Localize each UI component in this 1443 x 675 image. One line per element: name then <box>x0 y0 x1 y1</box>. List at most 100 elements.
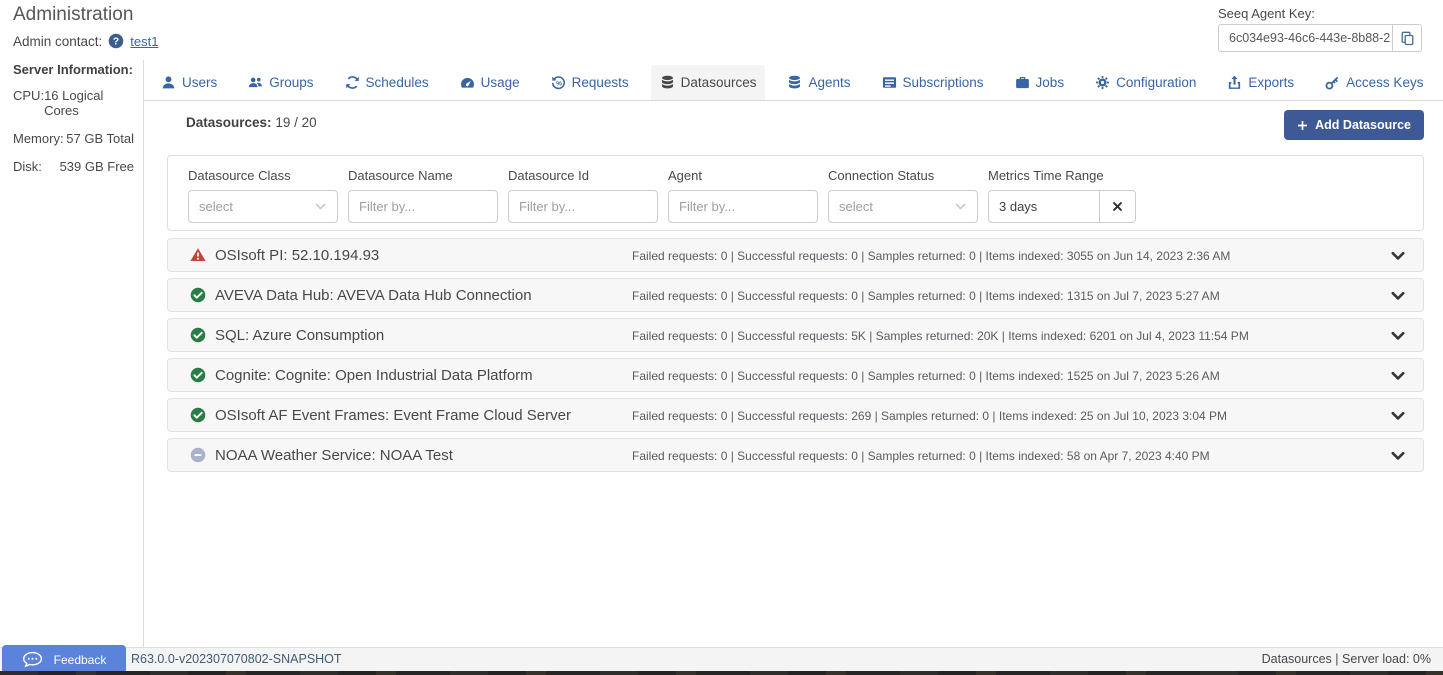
check-circle-icon <box>190 287 206 303</box>
datasource-name: NOAA Weather Service: NOAA Test <box>215 447 453 464</box>
subscriptions-icon <box>882 75 897 90</box>
filter-label: Connection Status <box>828 168 978 183</box>
server-info-row-memory: Memory: 57 GB Total <box>13 131 134 146</box>
chevron-down-icon[interactable] <box>1390 368 1406 384</box>
admin-contact: Admin contact: ? test1 <box>13 33 158 49</box>
check-circle-icon <box>190 407 206 423</box>
datasource-row[interactable]: SQL: Azure Consumption Failed requests: … <box>167 318 1424 352</box>
server-load-label: Server load: <box>1342 652 1409 666</box>
disk-value: 539 GB Free <box>60 159 134 174</box>
tab-usage[interactable]: Usage <box>451 65 529 100</box>
chevron-down-icon[interactable] <box>1390 248 1406 264</box>
memory-value: 57 GB Total <box>66 131 134 146</box>
tab-label: Usage <box>481 75 520 90</box>
datasource-stats: Failed requests: 0 | Successful requests… <box>632 439 1210 473</box>
tab-label: Access Keys <box>1346 75 1423 90</box>
agent-key-label: Seeq Agent Key: <box>1218 6 1315 21</box>
memory-label: Memory: <box>13 131 64 146</box>
server-load-status: Datasources | Server load: 0% <box>1262 652 1431 666</box>
tab-schedules[interactable]: Schedules <box>336 65 438 100</box>
tab-jobs[interactable]: Jobs <box>1006 65 1074 100</box>
tab-requests[interactable]: % Requests <box>542 65 638 100</box>
datasource-name: Cognite: Cognite: Open Industrial Data P… <box>215 367 533 384</box>
datasource-stats: Failed requests: 0 | Successful requests… <box>632 399 1227 433</box>
filter-label: Metrics Time Range <box>988 168 1138 183</box>
datasource-stats: Failed requests: 0 | Successful requests… <box>632 359 1220 393</box>
filter-label: Datasource Class <box>188 168 338 183</box>
copy-agent-key-button[interactable] <box>1392 24 1422 52</box>
filter-label: Agent <box>668 168 818 183</box>
datasource-name: OSIsoft PI: 52.10.194.93 <box>215 247 379 264</box>
disk-label: Disk: <box>13 159 42 174</box>
datasources-count-label: Datasources: <box>186 115 272 130</box>
datasource-row[interactable]: NOAA Weather Service: NOAA Test Failed r… <box>167 438 1424 472</box>
datasource-stats: Failed requests: 0 | Successful requests… <box>632 279 1220 313</box>
select-placeholder: select <box>199 199 233 214</box>
user-icon <box>161 75 176 90</box>
chevron-down-icon[interactable] <box>1390 408 1406 424</box>
tab-users[interactable]: Users <box>152 65 226 100</box>
status-page-label: Datasources <box>1262 652 1332 666</box>
datasource-row[interactable]: Cognite: Cognite: Open Industrial Data P… <box>167 358 1424 392</box>
datasource-list: OSIsoft PI: 52.10.194.93 Failed requests… <box>167 238 1424 478</box>
tab-subscriptions[interactable]: Subscriptions <box>873 65 993 100</box>
clear-icon <box>1112 201 1123 212</box>
tab-configuration[interactable]: Configuration <box>1086 65 1205 100</box>
tab-label: Datasources <box>681 75 757 90</box>
datasources-count-value: 19 / 20 <box>275 115 316 130</box>
metrics-time-range-input[interactable] <box>988 190 1100 223</box>
tab-access-keys[interactable]: Access Keys <box>1316 65 1432 100</box>
briefcase-icon <box>1015 75 1030 90</box>
chevron-down-icon[interactable] <box>1390 448 1406 464</box>
filter-datasource-name: Datasource Name <box>348 168 498 230</box>
tab-label: Requests <box>572 75 629 90</box>
chevron-down-icon[interactable] <box>1390 328 1406 344</box>
gears-icon <box>1095 75 1110 90</box>
tab-label: Users <box>182 75 217 90</box>
datasource-name-input[interactable] <box>348 190 498 223</box>
tab-label: Groups <box>269 75 313 90</box>
filter-agent: Agent <box>668 168 818 230</box>
server-load-value: 0% <box>1413 652 1431 666</box>
datasource-row[interactable]: AVEVA Data Hub: AVEVA Data Hub Connectio… <box>167 278 1424 312</box>
agent-key-input[interactable] <box>1218 24 1392 52</box>
add-datasource-button[interactable]: Add Datasource <box>1284 110 1424 140</box>
datasource-name: AVEVA Data Hub: AVEVA Data Hub Connectio… <box>215 287 532 304</box>
tab-exports[interactable]: Exports <box>1218 65 1303 100</box>
filter-connection-status: Connection Status select <box>828 168 978 230</box>
database-icon <box>660 75 675 90</box>
export-icon <box>1227 75 1242 90</box>
server-info-row-disk: Disk: 539 GB Free <box>13 159 134 174</box>
svg-text:?: ? <box>113 36 119 48</box>
filter-label: Datasource Name <box>348 168 498 183</box>
chevron-down-icon[interactable] <box>1390 288 1406 304</box>
sync-icon <box>345 75 360 90</box>
database-icon <box>787 75 802 90</box>
feedback-button[interactable]: Feedback <box>2 645 126 674</box>
server-info-heading: Server Information: <box>13 62 134 77</box>
agent-input[interactable] <box>668 190 818 223</box>
tachometer-icon <box>460 75 475 90</box>
datasource-name: SQL: Azure Consumption <box>215 327 384 344</box>
datasource-class-select[interactable]: select <box>188 190 338 223</box>
datasource-id-input[interactable] <box>508 190 658 223</box>
tab-datasources[interactable]: Datasources <box>651 65 766 100</box>
datasource-row[interactable]: OSIsoft PI: 52.10.194.93 Failed requests… <box>167 238 1424 272</box>
tab-label: Schedules <box>366 75 429 90</box>
tab-agents[interactable]: Agents <box>778 65 859 100</box>
question-circle-icon: ? <box>108 33 124 49</box>
connection-status-select[interactable]: select <box>828 190 978 223</box>
os-taskbar-edge <box>0 671 1443 675</box>
warning-triangle-icon <box>190 247 206 263</box>
check-circle-icon <box>190 367 206 383</box>
admin-contact-label: Admin contact: <box>13 34 102 49</box>
agent-key-group <box>1218 24 1422 52</box>
clear-metrics-filter-button[interactable] <box>1100 190 1136 223</box>
datasource-stats: Failed requests: 0 | Successful requests… <box>632 239 1230 273</box>
admin-contact-link[interactable]: test1 <box>130 34 158 49</box>
svg-text:%: % <box>556 80 562 87</box>
datasource-row[interactable]: OSIsoft AF Event Frames: Event Frame Clo… <box>167 398 1424 432</box>
tab-groups[interactable]: Groups <box>239 65 322 100</box>
datasources-count: Datasources: 19 / 20 <box>186 115 317 130</box>
tab-label: Exports <box>1248 75 1294 90</box>
